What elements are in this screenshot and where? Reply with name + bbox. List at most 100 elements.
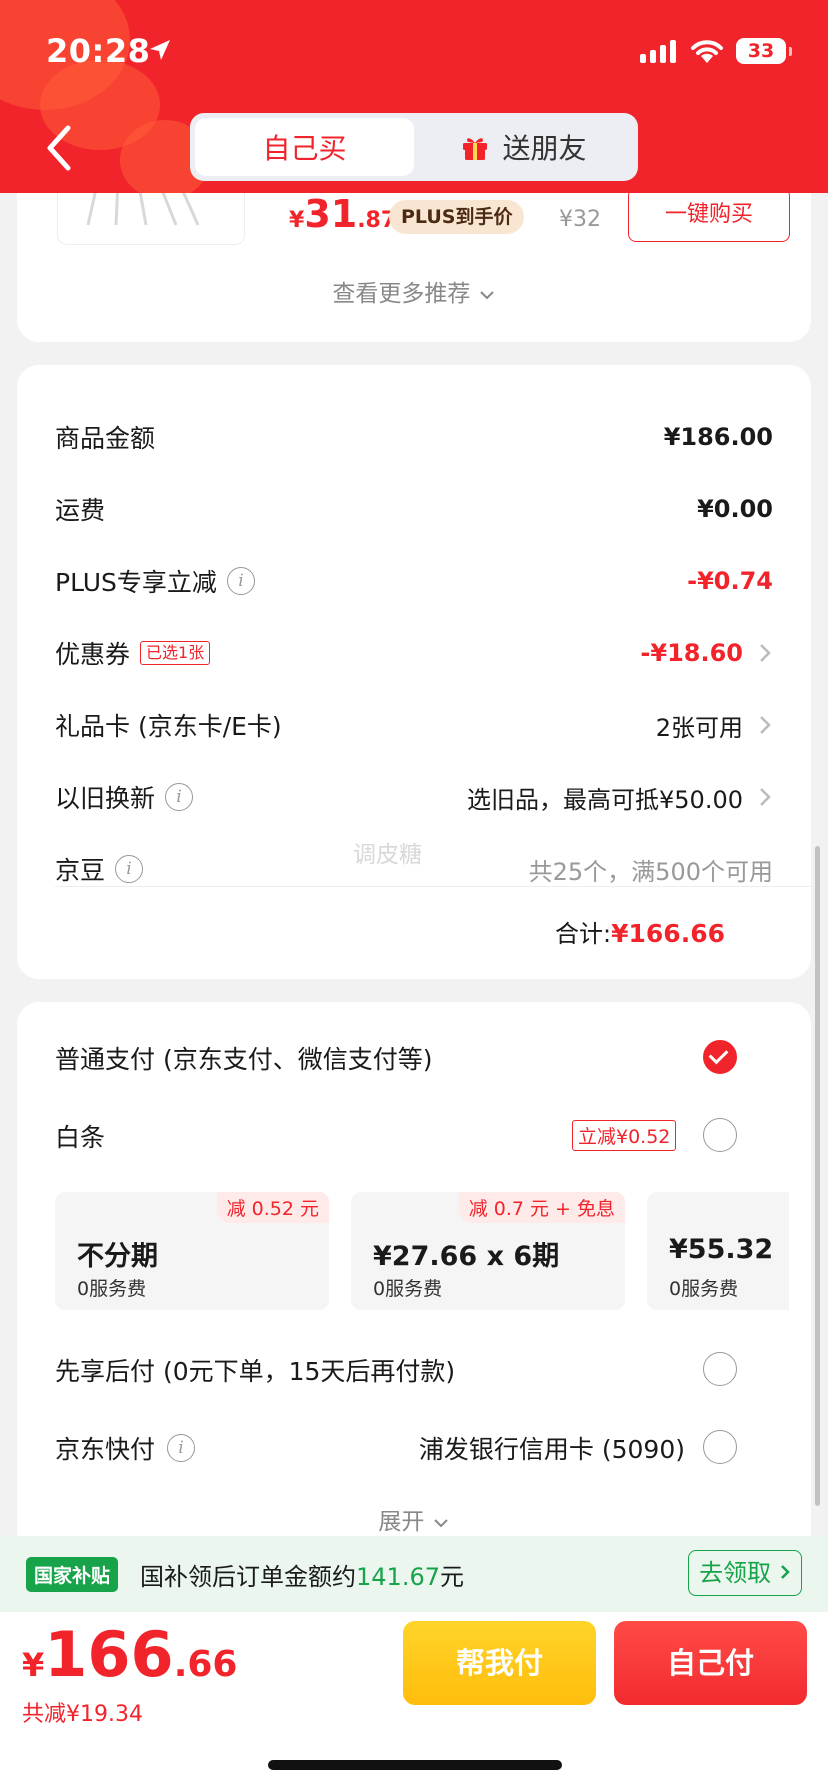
shipping-fee-row: 运费 ¥0.00: [55, 489, 773, 529]
info-icon[interactable]: i: [115, 855, 144, 883]
info-icon[interactable]: i: [167, 1434, 196, 1462]
row-label: 运费: [55, 496, 106, 525]
baitiao-option[interactable]: 白条: [55, 1114, 645, 1158]
coupon-row[interactable]: 优惠券 已选1张 -¥18.60: [55, 633, 773, 673]
row-label: 优惠券: [55, 640, 131, 669]
bank-card-label[interactable]: 浦发银行信用卡 (5090): [419, 1430, 685, 1466]
price-integer: 31: [304, 192, 358, 236]
plus-price-badge: PLUS到手价: [389, 200, 525, 234]
more-recommendations-link[interactable]: 查看更多推荐: [17, 274, 811, 308]
row-value: -¥0.74: [687, 567, 773, 595]
info-icon[interactable]: i: [226, 567, 255, 595]
subsidy-amount: 141.67: [356, 1562, 440, 1591]
trade-in-row[interactable]: 以旧换新 i 选旧品，最高可抵¥50.00: [55, 777, 773, 817]
subsidy-badge: 国家补贴: [26, 1556, 119, 1592]
plan-discount-tag: 减 0.7 元 + 免息: [458, 1192, 625, 1223]
tab-buy-for-self[interactable]: 自己买: [195, 118, 414, 176]
payment-method-card: 普通支付 (京东支付、微信支付等) 白条 立减¥0.52 减 0.52 元 不分…: [17, 1002, 811, 1562]
row-value: 2张可用: [655, 713, 743, 742]
total-value: ¥166.66: [611, 919, 725, 948]
pay-myself-button[interactable]: 自己付: [614, 1621, 807, 1705]
pay-later-radio[interactable]: [703, 1352, 737, 1386]
price-integer: 166: [44, 1618, 174, 1691]
status-time: 20:28: [46, 32, 151, 70]
row-value: -¥18.60: [640, 639, 743, 667]
currency-symbol: ¥: [289, 208, 305, 233]
row-label-group: 以旧换新 i: [55, 779, 194, 815]
pay-later-option[interactable]: 先享后付 (0元下单，15天后再付款): [55, 1348, 645, 1392]
chevron-down-icon: [479, 291, 494, 300]
plan-title: ¥55.32: [669, 1234, 774, 1265]
national-subsidy-bar: 国家补贴 国补领后订单金额约141.67元 去领取: [0, 1536, 828, 1612]
order-summary-card: 商品金额 ¥186.00 运费 ¥0.00 PLUS专享立减 i -¥0.74 …: [17, 365, 811, 979]
row-value: ¥186.00: [663, 423, 773, 451]
expand-label: 展开: [378, 1509, 425, 1535]
claim-subsidy-button[interactable]: 去领取: [688, 1550, 802, 1596]
expand-payment-methods[interactable]: 展开: [17, 1502, 811, 1536]
row-label-group: 京豆 i: [55, 851, 144, 887]
chevron-right-icon: [760, 644, 771, 662]
back-arrow-icon[interactable]: [40, 120, 80, 176]
installment-plan[interactable]: ¥55.32 0服务费: [647, 1192, 789, 1310]
top-header: 20:28 33 自己买 送朋友: [0, 0, 828, 193]
more-recommendations-label: 查看更多推荐: [332, 281, 471, 307]
option-label: 先享后付 (0元下单，15天后再付款): [55, 1357, 456, 1386]
row-label-group: 优惠券 已选1张: [55, 635, 211, 671]
original-price: ¥32: [559, 207, 601, 232]
tab-label: 送朋友: [502, 132, 587, 165]
normal-payment-radio[interactable]: [703, 1040, 737, 1074]
baitiao-radio[interactable]: [703, 1118, 737, 1152]
chevron-down-icon: [433, 1519, 448, 1528]
quick-pay-radio[interactable]: [703, 1430, 737, 1464]
tab-label: 自己买: [262, 132, 347, 165]
plan-title: ¥27.66 x 6期: [373, 1241, 560, 1272]
battery-icon: 33: [736, 38, 792, 64]
plus-discount-row: PLUS专享立减 i -¥0.74: [55, 561, 773, 601]
row-label: 以旧换新: [55, 784, 156, 813]
one-click-buy-button[interactable]: 一键购买: [628, 188, 790, 242]
watermark: 调皮糖: [353, 842, 422, 868]
signal-icon: [640, 40, 676, 63]
gift-card-row[interactable]: 礼品卡 (京东卡/E卡) 2张可用: [55, 705, 773, 745]
row-value: ¥0.00: [697, 495, 773, 523]
row-value: 共25个，满500个可用: [528, 857, 773, 886]
divider: [55, 886, 811, 887]
plan-fee: 0服务费: [373, 1278, 443, 1300]
payable-amount: ¥166.66: [22, 1618, 237, 1691]
subsidy-suffix: 元: [440, 1562, 464, 1591]
info-icon[interactable]: i: [165, 783, 194, 811]
row-label: 商品金额: [55, 424, 156, 453]
subsidy-prefix: 国补领后订单金额约: [140, 1562, 357, 1591]
option-label: 京东快付: [55, 1435, 156, 1464]
chevron-right-icon: [780, 1565, 790, 1579]
order-total: 合计:¥166.66: [555, 914, 725, 949]
row-label: 礼品卡 (京东卡/E卡): [55, 712, 282, 741]
total-savings: 共减¥19.34: [22, 1702, 143, 1727]
baitiao-discount-badge: 立减¥0.52: [572, 1120, 677, 1151]
gift-icon: [463, 138, 488, 160]
plan-discount-tag: 减 0.52 元: [216, 1192, 329, 1223]
normal-payment-option[interactable]: 普通支付 (京东支付、微信支付等): [55, 1036, 645, 1080]
purchase-mode-switch: 自己买 送朋友: [190, 113, 638, 181]
ask-friend-pay-button[interactable]: 帮我付: [403, 1621, 596, 1705]
installment-plan[interactable]: 减 0.7 元 + 免息 ¥27.66 x 6期 0服务费: [351, 1192, 625, 1310]
recommend-price: ¥31.87: [289, 192, 396, 236]
chevron-right-icon: [760, 716, 771, 734]
price-decimal: .66: [173, 1644, 238, 1685]
tab-send-to-friend[interactable]: 送朋友: [414, 118, 633, 176]
wifi-icon: [691, 40, 723, 63]
row-label-group: PLUS专享立减 i: [55, 563, 255, 599]
scrollbar[interactable]: [815, 846, 820, 1506]
claim-label: 去领取: [699, 1559, 772, 1587]
location-arrow-icon: [150, 40, 170, 60]
subsidy-text: 国补领后订单金额约141.67元: [140, 1557, 464, 1592]
row-value: 选旧品，最高可抵¥50.00: [467, 785, 743, 814]
option-label: 普通支付 (京东支付、微信支付等): [55, 1045, 433, 1074]
row-label: PLUS专享立减: [55, 568, 217, 597]
coupon-selected-badge: 已选1张: [140, 641, 211, 665]
installment-plan[interactable]: 减 0.52 元 不分期 0服务费: [55, 1192, 329, 1310]
option-label: 白条: [55, 1123, 106, 1152]
installment-plans: 减 0.52 元 不分期 0服务费 减 0.7 元 + 免息 ¥27.66 x …: [55, 1192, 789, 1312]
chevron-right-icon: [760, 788, 771, 806]
total-label: 合计:: [555, 920, 612, 948]
